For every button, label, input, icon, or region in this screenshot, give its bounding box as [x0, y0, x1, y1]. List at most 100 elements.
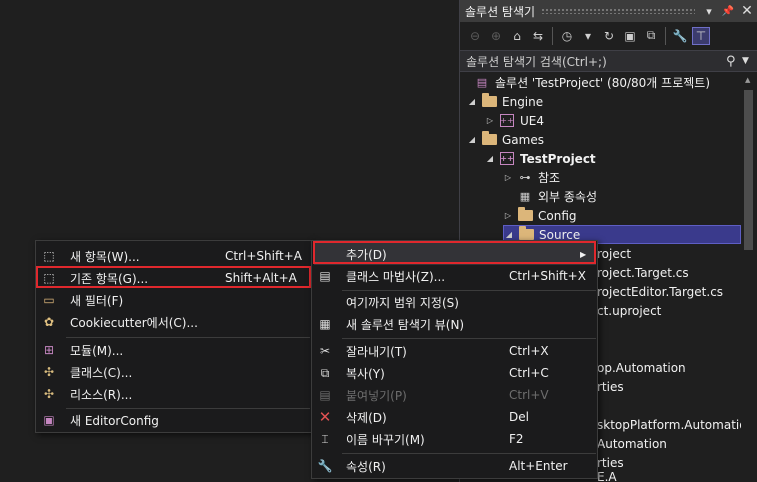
menu-item-shortcut: Ctrl+X	[509, 344, 549, 358]
search-input[interactable]: 솔루션 탐색기 검색(Ctrl+;)	[466, 53, 726, 70]
menu-item-class-wizard[interactable]: ▤ 클래스 마법사(Z)... Ctrl+Shift+X	[312, 265, 597, 287]
tree-row-partial[interactable]: op.Automation	[597, 358, 686, 377]
collapsed-arrow-icon[interactable]: ▷	[503, 211, 513, 220]
menu-item-class[interactable]: ✣ 클래스(C)...	[36, 361, 312, 383]
tree-row-config[interactable]: ▷ Config	[503, 206, 577, 225]
menu-item-scope-to-this[interactable]: 여기까지 범위 지정(S)	[312, 291, 597, 313]
tree-row-partial[interactable]: E.A	[597, 472, 617, 482]
tree-row-partial[interactable]: roject.Target.cs	[597, 263, 689, 282]
menu-item-delete[interactable]: ✕ 삭제(D) Del	[312, 406, 597, 428]
tree-row-partial[interactable]: roject	[597, 244, 631, 263]
menu-item-shortcut: Ctrl+V	[509, 388, 549, 402]
menu-separator	[342, 453, 596, 454]
menu-item-new-item[interactable]: ⬚ 새 항목(W)... Ctrl+Shift+A	[36, 245, 312, 267]
pending-changes-icon[interactable]: ◷	[558, 27, 576, 45]
vertical-scrollbar[interactable]: ▲	[741, 72, 757, 482]
search-options-icon[interactable]: ▼	[742, 56, 757, 66]
menu-item-new-editorconfig[interactable]: ▣ 새 EditorConfig	[36, 409, 312, 431]
pin-icon[interactable]: 📌	[720, 3, 736, 19]
menu-item-properties[interactable]: 🔧 속성(R) Alt+Enter	[312, 455, 597, 477]
menu-item-label: 새 항목(W)...	[70, 249, 140, 264]
panel-title: 솔루션 탐색기	[465, 4, 536, 19]
sync-icon[interactable]: ↻	[600, 27, 618, 45]
menu-item-module[interactable]: ⊞ 모듈(M)...	[36, 339, 312, 361]
search-bar[interactable]: 솔루션 탐색기 검색(Ctrl+;) ⚲ ▼	[460, 50, 757, 72]
menu-item-label: 붙여넣기(P)	[346, 388, 407, 403]
new-item-icon: ⬚	[43, 249, 55, 263]
search-icon[interactable]: ⚲	[726, 54, 742, 69]
close-icon[interactable]: ✕	[739, 3, 755, 19]
menu-item-shortcut: Ctrl+Shift+X	[509, 269, 586, 283]
tree-row-external-deps[interactable]: ▦ 외부 종속성	[517, 187, 597, 206]
menu-item-label: 새 EditorConfig	[70, 413, 159, 428]
scroll-thumb[interactable]	[744, 90, 753, 250]
tree-label: 참조	[538, 171, 561, 185]
class-wizard-icon: ▤	[319, 269, 331, 283]
tree-row-partial[interactable]: ct.uproject	[597, 301, 661, 320]
tree-row-games[interactable]: ◢ Games	[467, 130, 544, 149]
menu-item-label: 리소스(R)...	[70, 387, 133, 402]
window-options-icon[interactable]: ▾	[701, 3, 717, 19]
tree-row-engine[interactable]: ◢ Engine	[467, 92, 543, 111]
tree-label: roject.Target.cs	[597, 265, 689, 280]
title-grip	[541, 8, 695, 14]
tree-label: Games	[502, 132, 544, 147]
tree-row-solution[interactable]: ▤ 솔루션 'TestProject' (80/80개 프로젝트)	[474, 73, 710, 92]
tree-label: E.A	[597, 472, 617, 482]
menu-item-new-filter[interactable]: ▭ 새 필터(F)	[36, 289, 312, 311]
show-all-files-icon[interactable]: ⧉	[642, 27, 660, 45]
menu-item-label: 클래스 마법사(Z)...	[346, 269, 446, 284]
menu-item-paste[interactable]: ▤ 붙여넣기(P) Ctrl+V	[312, 384, 597, 406]
menu-item-new-explorer-view[interactable]: ▦ 새 솔루션 탐색기 뷰(N)	[312, 313, 597, 335]
menu-item-rename[interactable]: ⌶ 이름 바꾸기(M) F2	[312, 428, 597, 450]
tree-row-partial[interactable]: rties	[597, 377, 624, 396]
forward-icon[interactable]: ⊕	[487, 27, 505, 45]
context-menu: 추가(D) ▶ ▤ 클래스 마법사(Z)... Ctrl+Shift+X 여기까…	[311, 240, 598, 479]
menu-item-label: Cookiecutter에서(C)...	[70, 315, 198, 330]
tree-row-partial[interactable]: rojectEditor.Target.cs	[597, 282, 723, 301]
collapsed-arrow-icon[interactable]: ▷	[485, 116, 495, 125]
tree-label: 외부 종속성	[538, 190, 598, 204]
menu-item-shortcut: F2	[509, 432, 524, 446]
expanded-arrow-icon[interactable]: ◢	[467, 135, 477, 144]
tree-row-partial[interactable]: sktopPlatform.Automation	[597, 415, 754, 434]
properties-wrench-icon[interactable]: 🔧	[671, 27, 689, 45]
menu-item-copy[interactable]: ⧉ 복사(Y) Ctrl+C	[312, 362, 597, 384]
menu-item-resource[interactable]: ✣ 리소스(R)...	[36, 383, 312, 405]
tree-row-partial[interactable]: Automation	[597, 434, 667, 453]
tree-label: Config	[538, 208, 577, 223]
dropdown-icon[interactable]: ▾	[579, 27, 597, 45]
tree-row-references[interactable]: ▷ ⊶ 참조	[503, 168, 560, 187]
switch-views-icon[interactable]: ⇆	[529, 27, 547, 45]
solution-icon: ▤	[476, 76, 488, 89]
home-icon[interactable]: ⌂	[508, 27, 526, 45]
tree-label: rties	[597, 379, 624, 394]
expanded-arrow-icon[interactable]: ◢	[485, 154, 495, 163]
tree-label: TestProject	[520, 151, 596, 166]
scroll-up-icon[interactable]: ▲	[745, 76, 750, 84]
collapse-all-icon[interactable]: ▣	[621, 27, 639, 45]
preview-selected-icon[interactable]: ⊤	[692, 26, 710, 45]
menu-item-shortcut: Del	[509, 410, 529, 424]
menu-item-label: 새 솔루션 탐색기 뷰(N)	[346, 317, 465, 332]
back-icon[interactable]: ⊖	[466, 27, 484, 45]
tree-row-testproject[interactable]: ◢ ++ TestProject	[485, 149, 596, 168]
expanded-arrow-icon[interactable]: ◢	[504, 230, 514, 239]
menu-item-label: 잘라내기(T)	[346, 344, 407, 359]
tree-row-partial[interactable]: rties	[597, 453, 624, 472]
toolbar-separator	[665, 26, 666, 45]
menu-item-cookiecutter[interactable]: ✿ Cookiecutter에서(C)...	[36, 311, 312, 333]
menu-item-label: 여기까지 범위 지정(S)	[346, 295, 459, 310]
expanded-arrow-icon[interactable]: ◢	[467, 97, 477, 106]
collapsed-arrow-icon[interactable]: ▷	[503, 173, 513, 182]
external-dependencies-icon: ▦	[519, 190, 531, 203]
scissors-icon: ✂	[319, 344, 331, 358]
wrench-icon: 🔧	[317, 459, 333, 473]
project-icon: ++	[500, 152, 514, 165]
copy-icon: ⧉	[320, 365, 330, 380]
editorconfig-icon: ▣	[43, 413, 55, 427]
tree-row-ue4[interactable]: ▷ ++ UE4	[485, 111, 544, 130]
menu-item-cut[interactable]: ✂ 잘라내기(T) Ctrl+X	[312, 340, 597, 362]
project-icon: ++	[500, 114, 514, 127]
menu-separator	[342, 338, 596, 339]
